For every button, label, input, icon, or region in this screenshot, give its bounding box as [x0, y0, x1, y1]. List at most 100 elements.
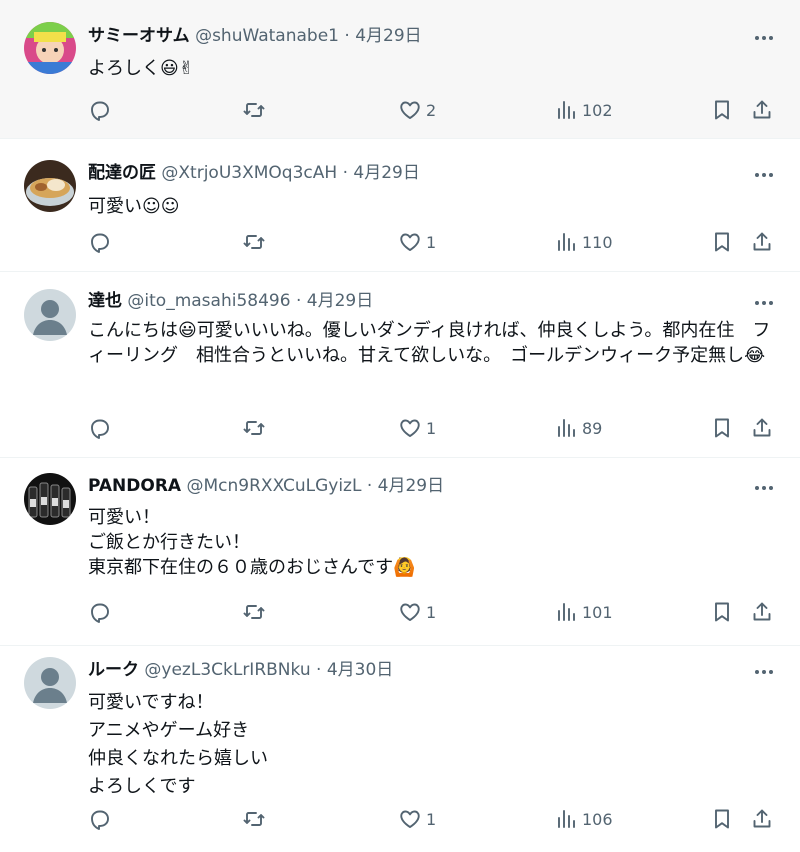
more-dots-icon: [755, 173, 773, 177]
action-bar: 1 89: [88, 415, 780, 441]
more-button[interactable]: [752, 164, 776, 186]
like-count: 1: [426, 809, 437, 829]
timestamp[interactable]: 4月29日: [307, 291, 373, 311]
reply-button[interactable]: [88, 97, 112, 123]
reply-icon: [91, 419, 109, 439]
avatar[interactable]: [24, 22, 76, 74]
more-button[interactable]: [752, 27, 776, 49]
share-icon: [753, 809, 771, 828]
views-button[interactable]: 89: [554, 415, 602, 441]
handle[interactable]: @XtrjoU3XMOq3cAH: [161, 163, 337, 183]
post[interactable]: サミーオサム @shuWatanabe1 · 4月29日 よろしく😃✌ 2 10…: [0, 0, 800, 139]
reply-icon: [91, 233, 109, 253]
bookmark-button[interactable]: [710, 229, 734, 255]
default-avatar-icon: [24, 657, 76, 709]
like-button[interactable]: 1: [398, 415, 436, 441]
reply-button[interactable]: [88, 229, 112, 255]
more-button[interactable]: [752, 661, 776, 683]
retweet-button[interactable]: [242, 806, 266, 832]
view-count: 101: [582, 602, 613, 622]
handle[interactable]: @ito_masahi58496: [127, 291, 290, 311]
handle[interactable]: @yezL3CkLrIRBNku: [144, 660, 310, 680]
action-bar: 2 102: [88, 97, 780, 123]
like-button[interactable]: 1: [398, 806, 436, 832]
retweet-button[interactable]: [242, 97, 266, 123]
bookmark-icon: [715, 418, 729, 438]
post-header: 達也 @ito_masahi58496 · 4月29日: [88, 290, 740, 312]
avatar[interactable]: [24, 289, 76, 341]
views-button[interactable]: 110: [554, 229, 613, 255]
retweet-icon: [243, 812, 265, 826]
bookmark-button[interactable]: [710, 97, 734, 123]
heart-icon: [400, 810, 420, 828]
reply-button[interactable]: [88, 806, 112, 832]
like-count: 2: [426, 100, 437, 120]
views-bar-chart-icon: [558, 603, 575, 621]
avatar[interactable]: [24, 657, 76, 709]
retweet-button[interactable]: [242, 599, 266, 625]
like-button[interactable]: 1: [398, 599, 436, 625]
more-button[interactable]: [752, 292, 776, 314]
display-name[interactable]: 配達の匠: [88, 163, 156, 183]
handle[interactable]: @Mcn9RXXCuLGyizL: [187, 476, 362, 496]
retweet-button[interactable]: [242, 229, 266, 255]
reply-icon: [91, 603, 109, 623]
separator: ·: [295, 291, 302, 311]
more-button[interactable]: [752, 477, 776, 499]
retweet-button[interactable]: [242, 415, 266, 441]
display-name[interactable]: 達也: [88, 291, 122, 311]
food-bowl-avatar-icon: [24, 160, 76, 212]
post-text: 可愛い☺☺: [88, 196, 180, 217]
share-button[interactable]: [750, 415, 774, 441]
views-bar-chart-icon: [558, 233, 575, 251]
avatar[interactable]: [24, 473, 76, 525]
like-button[interactable]: 1: [398, 229, 436, 255]
view-count: 106: [582, 809, 613, 829]
bookmark-button[interactable]: [710, 599, 734, 625]
like-count: 1: [426, 418, 437, 438]
timestamp[interactable]: 4月30日: [327, 660, 393, 680]
reply-feed: サミーオサム @shuWatanabe1 · 4月29日 よろしく😃✌ 2 10…: [0, 0, 800, 852]
heart-icon: [400, 419, 420, 437]
avatar[interactable]: [24, 160, 76, 212]
bookmark-icon: [715, 100, 729, 120]
timestamp[interactable]: 4月29日: [355, 26, 421, 46]
handle[interactable]: @shuWatanabe1: [195, 26, 339, 46]
bookmark-icon: [715, 232, 729, 252]
views-button[interactable]: 102: [554, 97, 613, 123]
bookmark-button[interactable]: [710, 806, 734, 832]
timestamp[interactable]: 4月29日: [378, 476, 444, 496]
bottles-avatar-icon: [24, 473, 76, 525]
like-button[interactable]: 2: [398, 97, 436, 123]
post[interactable]: ルーク @yezL3CkLrIRBNku · 4月30日 可愛いですね！ アニメ…: [0, 646, 800, 852]
action-bar: 1 110: [88, 229, 780, 255]
post[interactable]: 配達の匠 @XtrjoU3XMOq3cAH · 4月29日 可愛い☺☺ 1 11…: [0, 139, 800, 272]
post-text: 可愛い！ ご飯とか行きたい！ 東京都下在住の６０歳のおじさんです🙆: [88, 507, 416, 578]
post[interactable]: PANDORA @Mcn9RXXCuLGyizL · 4月29日 可愛い！ ご飯…: [0, 458, 800, 646]
post-text: よろしく😃✌: [88, 58, 194, 79]
bookmark-button[interactable]: [710, 415, 734, 441]
reply-button[interactable]: [88, 599, 112, 625]
share-button[interactable]: [750, 229, 774, 255]
share-button[interactable]: [750, 97, 774, 123]
display-name[interactable]: ルーク: [88, 660, 139, 680]
separator: ·: [366, 476, 373, 496]
views-button[interactable]: 106: [554, 806, 613, 832]
reply-button[interactable]: [88, 415, 112, 441]
post-text: 可愛いですね！ アニメやゲーム好き 仲良くなれたら嬉しい よろしくです: [88, 692, 268, 797]
retweet-icon: [243, 103, 265, 117]
heart-icon: [400, 603, 420, 621]
views-button[interactable]: 101: [554, 599, 613, 625]
views-bar-chart-icon: [558, 810, 575, 828]
share-button[interactable]: [750, 599, 774, 625]
post[interactable]: 達也 @ito_masahi58496 · 4月29日 こんにちは😃可愛いいいね…: [0, 272, 800, 458]
action-bar: 1 106: [88, 806, 780, 832]
bookmark-icon: [715, 602, 729, 622]
more-dots-icon: [755, 301, 773, 305]
share-button[interactable]: [750, 806, 774, 832]
display-name[interactable]: PANDORA: [88, 476, 181, 496]
heart-icon: [400, 233, 420, 251]
timestamp[interactable]: 4月29日: [353, 163, 419, 183]
display-name[interactable]: サミーオサム: [88, 26, 190, 46]
bookmark-icon: [715, 809, 729, 829]
